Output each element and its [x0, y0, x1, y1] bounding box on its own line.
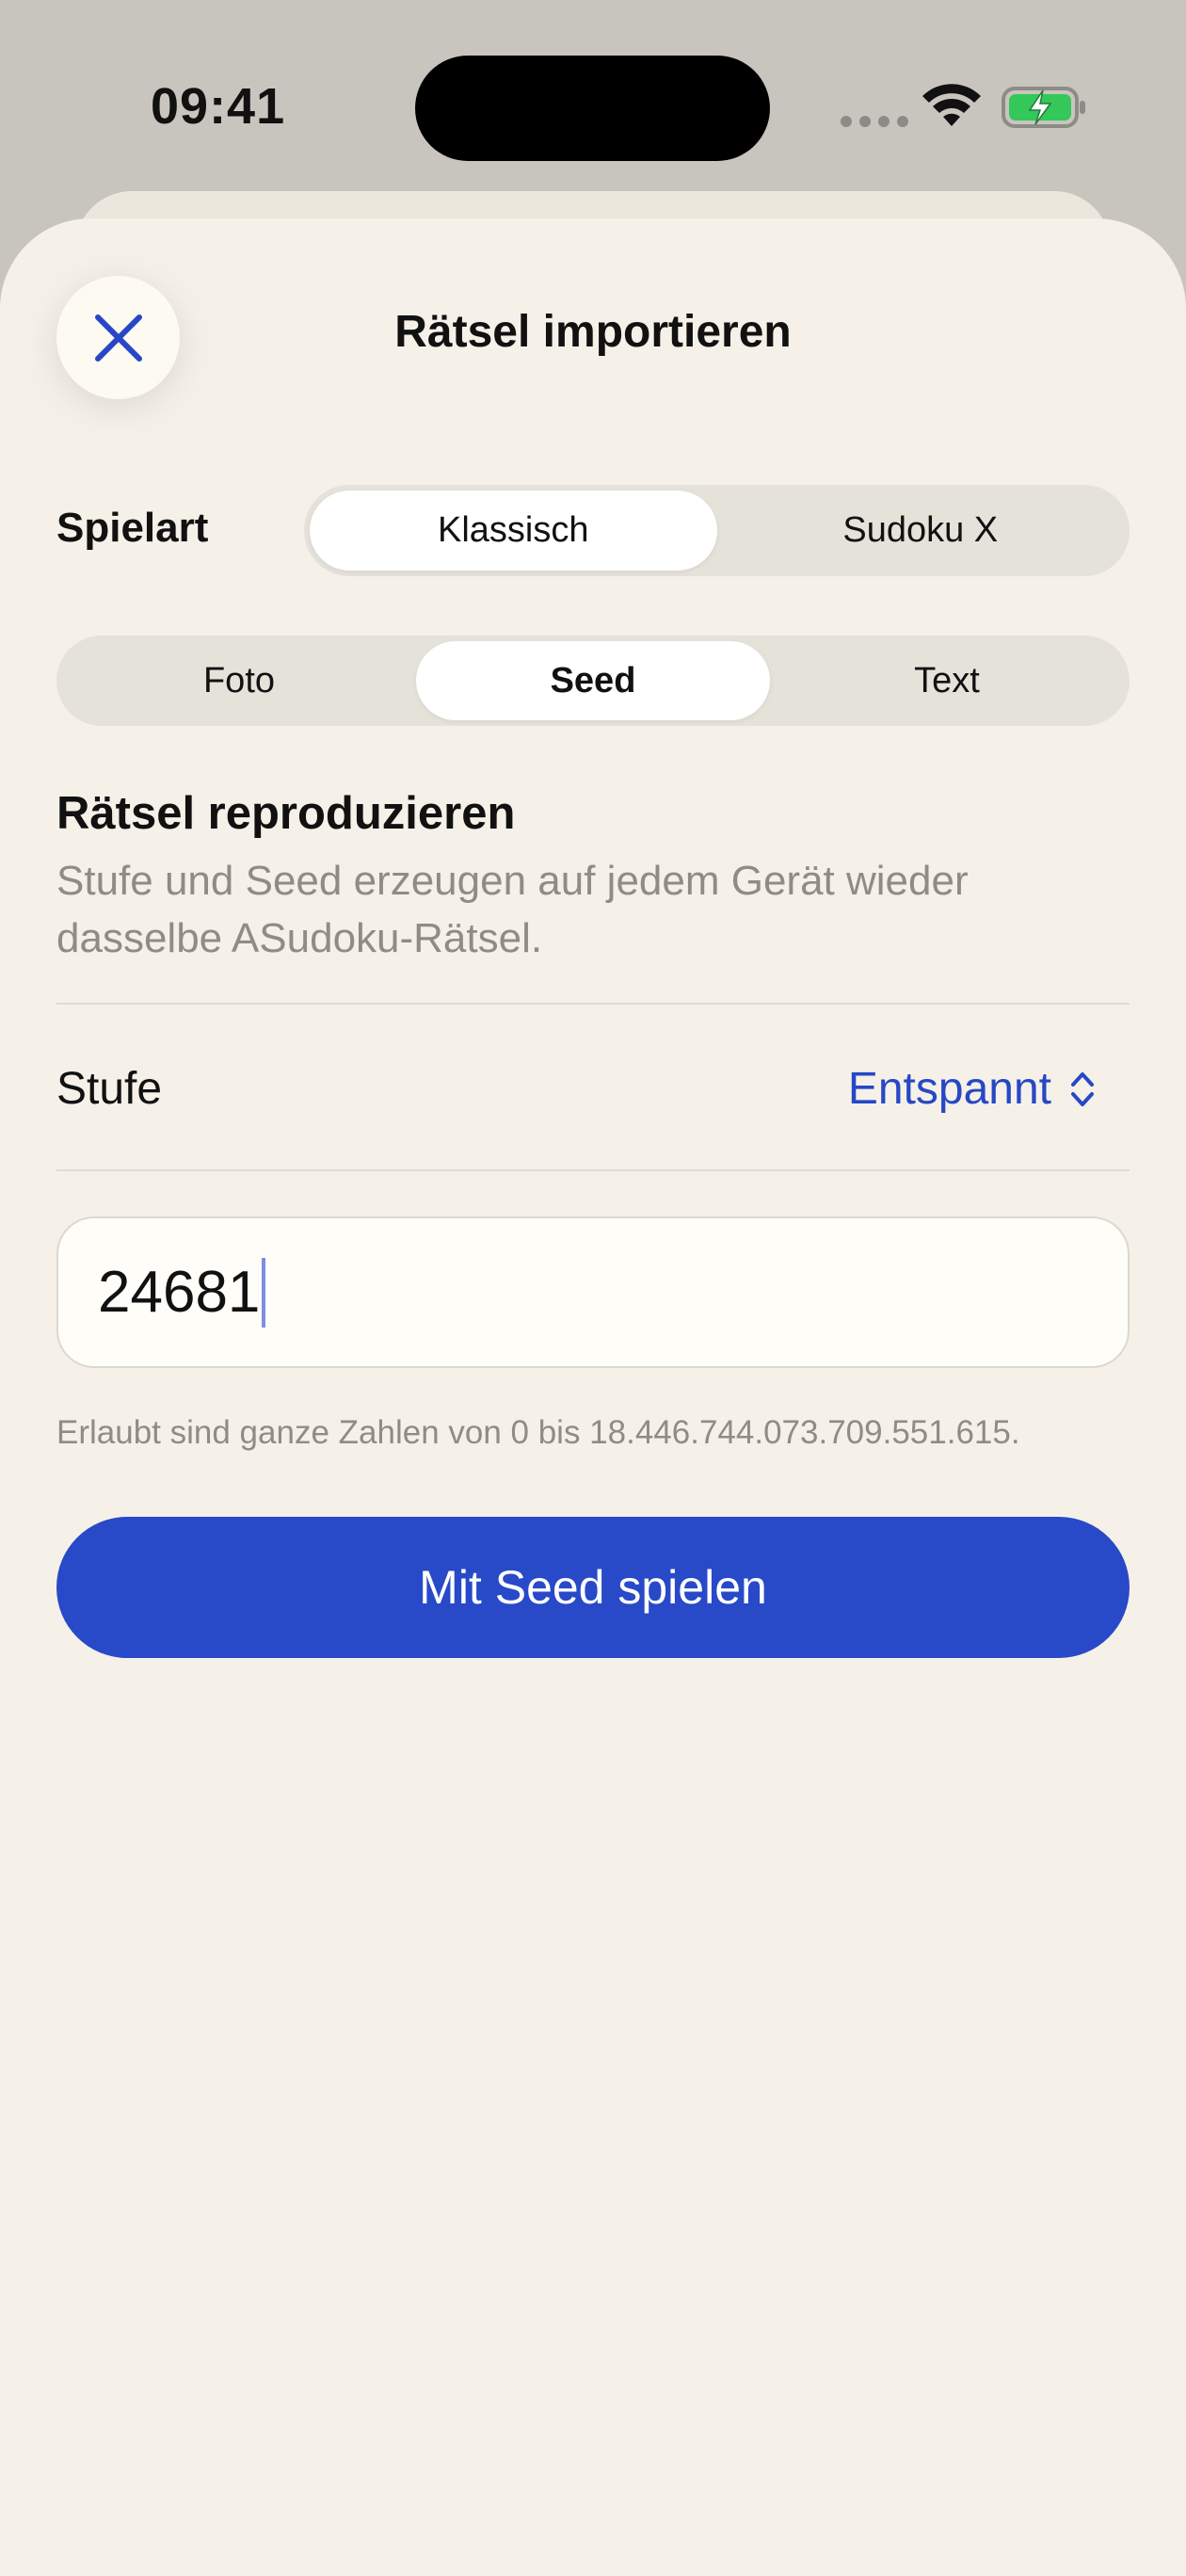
seed-range-hint: Erlaubt sind ganze Zahlen von 0 bis 18.4… [56, 1414, 1020, 1451]
seed-input-value: 24681 [98, 1260, 261, 1325]
cellular-signal-icon [841, 116, 908, 127]
section-heading: Rätsel reproduzieren [56, 788, 516, 839]
tab-seed[interactable]: Seed [416, 641, 770, 720]
game-type-segmented-control: Klassisch Sudoku X [304, 485, 1130, 576]
section-description: Stufe und Seed erzeugen auf jedem Gerät … [56, 858, 969, 961]
wifi-icon [922, 84, 981, 126]
seed-input[interactable]: 24681 [56, 1216, 1130, 1368]
dynamic-island [415, 56, 770, 161]
import-source-segmented-control: Foto Seed Text [56, 636, 1130, 726]
divider [56, 1169, 1130, 1171]
battery-charging-icon [1002, 87, 1085, 128]
play-with-seed-button[interactable]: Mit Seed spielen [56, 1517, 1130, 1658]
segment-klassisch[interactable]: Klassisch [310, 491, 717, 571]
text-caret [262, 1257, 266, 1328]
difficulty-picker[interactable]: Entspannt [848, 1063, 1097, 1115]
divider [56, 1003, 1130, 1005]
segment-sudoku-x[interactable]: Sudoku X [717, 491, 1125, 571]
chevron-up-down-icon [1071, 1071, 1094, 1106]
tab-foto[interactable]: Foto [62, 641, 416, 720]
game-type-label: Spielart [56, 505, 209, 551]
difficulty-value: Entspannt [847, 1064, 1051, 1114]
difficulty-label: Stufe [56, 1064, 163, 1114]
sheet-title: Rätsel importieren [394, 307, 792, 357]
tab-text[interactable]: Text [770, 641, 1124, 720]
status-time: 09:41 [151, 78, 286, 135]
